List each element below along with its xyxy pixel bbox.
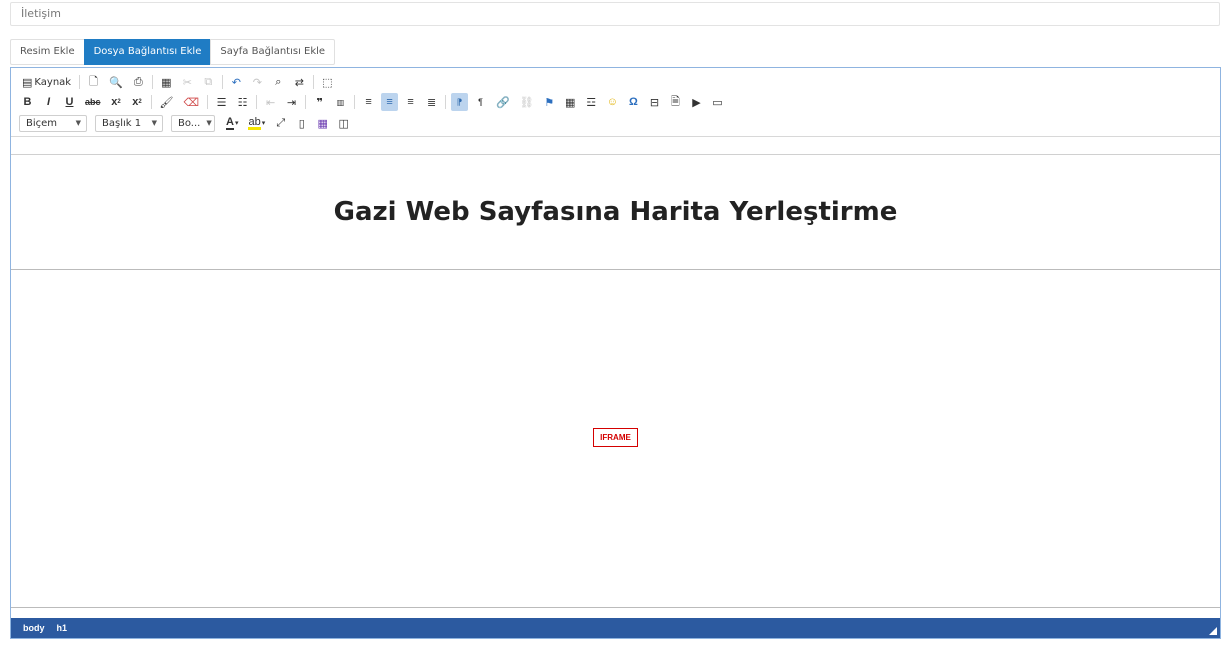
separator	[207, 95, 209, 109]
copy-icon[interactable]: ⧉	[200, 73, 217, 91]
separator	[256, 95, 258, 109]
editor-toolbar: ▤ Kaynak 🗋 🔍 ⎙ ▦ ✂ ⧉ ↶ ↷ ⌕ ⇄ ⬚ B I U abc	[11, 68, 1220, 136]
source-label: Kaynak	[34, 76, 72, 88]
chevron-down-icon: ▼	[151, 119, 157, 127]
unlink-icon[interactable]: ⛓	[517, 93, 537, 111]
indent-icon[interactable]: ⇥	[283, 93, 300, 111]
style-select[interactable]: Biçem ▼	[19, 114, 87, 132]
copy-format-icon[interactable]: 🖌	[157, 93, 177, 111]
page-heading: Gazi Web Sayfasına Harita Yerleştirme	[333, 197, 898, 227]
chevron-down-icon: ▼	[206, 119, 212, 127]
iframe-icon[interactable]: 🗎	[667, 93, 684, 111]
outdent-icon[interactable]: ⇤	[262, 93, 279, 111]
grid-icon[interactable]: ▦	[314, 114, 331, 132]
align-center-icon[interactable]: ≡	[381, 93, 399, 111]
align-left-icon[interactable]: ≡	[360, 93, 377, 111]
underline-button[interactable]: U	[61, 93, 78, 111]
blockquote-icon[interactable]: ❞	[311, 93, 328, 111]
find-icon[interactable]: ⌕	[270, 73, 287, 91]
templates-icon[interactable]: ▦	[158, 73, 175, 91]
redo-icon[interactable]: ↷	[249, 73, 266, 91]
replace-icon[interactable]: ⇄	[291, 73, 308, 91]
separator	[151, 75, 153, 89]
insert-tabs: Resim Ekle Dosya Bağlantısı Ekle Sayfa B…	[10, 39, 336, 65]
tab-insert-image[interactable]: Resim Ekle	[10, 39, 84, 65]
heading-block[interactable]: Gazi Web Sayfasına Harita Yerleştirme	[11, 155, 1220, 270]
separator	[305, 95, 307, 109]
separator	[354, 95, 356, 109]
text-color-button[interactable]: A ▾	[223, 114, 241, 132]
link-icon[interactable]: 🔗	[493, 93, 513, 111]
italic-button[interactable]: I	[40, 93, 57, 111]
text-rtl-icon[interactable]: ¶	[472, 93, 489, 111]
path-body[interactable]: body	[23, 623, 45, 633]
resize-handle-icon[interactable]	[1209, 627, 1217, 635]
page-break-icon[interactable]: ⊟	[646, 93, 663, 111]
path-h1[interactable]: h1	[57, 623, 68, 633]
tab-insert-file-link[interactable]: Dosya Bağlantısı Ekle	[83, 39, 211, 65]
title-input[interactable]: İletişim	[10, 2, 1220, 26]
source-button[interactable]: ▤ Kaynak	[19, 73, 74, 91]
rich-text-editor: ▤ Kaynak 🗋 🔍 ⎙ ▦ ✂ ⧉ ↶ ↷ ⌕ ⇄ ⬚ B I U abc	[10, 67, 1221, 639]
strikethrough-button[interactable]: abc	[82, 93, 104, 111]
table-icon[interactable]: ▦	[562, 93, 579, 111]
subscript-button[interactable]: x2	[108, 93, 125, 111]
maximize-window-icon[interactable]: ▭	[709, 93, 726, 111]
justify-icon[interactable]: ≣	[423, 93, 440, 111]
toolbar-row-1: ▤ Kaynak 🗋 🔍 ⎙ ▦ ✂ ⧉ ↶ ↷ ⌕ ⇄ ⬚	[19, 72, 340, 92]
new-page-icon[interactable]: 🗋	[85, 73, 102, 91]
bold-button[interactable]: B	[19, 93, 36, 111]
remove-format-icon[interactable]: ⌫	[180, 93, 202, 111]
select-all-icon[interactable]: ⬚	[319, 73, 336, 91]
numbered-list-icon[interactable]: ☰	[213, 93, 230, 111]
tab-insert-page-link[interactable]: Sayfa Bağlantısı Ekle	[210, 39, 336, 65]
preview-icon[interactable]: 🔍	[106, 73, 126, 91]
superscript-button[interactable]: x2	[129, 93, 146, 111]
editor-content[interactable]: Gazi Web Sayfasına Harita Yerleştirme IF…	[11, 136, 1220, 608]
separator	[312, 75, 314, 89]
cut-icon[interactable]: ✂	[179, 73, 196, 91]
print-icon[interactable]: ⎙	[130, 73, 147, 91]
text-ltr-icon[interactable]: ⁋	[451, 93, 469, 111]
separator	[79, 75, 81, 89]
smiley-icon[interactable]: ☺	[604, 93, 621, 111]
background-color-button[interactable]: ab ▾	[245, 114, 268, 132]
separator	[445, 95, 447, 109]
chevron-down-icon: ▼	[75, 119, 81, 127]
maximize-icon[interactable]: ⤢	[272, 114, 289, 132]
empty-block	[11, 137, 1220, 155]
toolbar-row-2: B I U abc x2 x2 🖌 ⌫ ☰ ☷ ⇤ ⇥ ❞ ▥ ≡ ≡ ≡ ≣ …	[19, 92, 730, 112]
toolbar-row-3: Biçem ▼ Başlık 1 ▼ Bo... ▼ A ▾ ab ▾ ⤢ ▯ ▦ ◫	[19, 113, 356, 133]
anchor-icon[interactable]: ⚑	[541, 93, 558, 111]
special-char-icon[interactable]: Ω	[625, 93, 642, 111]
element-path-bar: body h1	[11, 618, 1220, 638]
create-div-icon[interactable]: ▥	[332, 93, 349, 111]
bulleted-list-icon[interactable]: ☷	[234, 93, 251, 111]
separator	[150, 95, 152, 109]
source-icon: ▤	[22, 75, 33, 89]
iframe-placeholder[interactable]: IFRAME	[593, 428, 638, 447]
format-select[interactable]: Başlık 1 ▼	[95, 114, 163, 132]
align-right-icon[interactable]: ≡	[402, 93, 419, 111]
show-blocks-icon[interactable]: ▯	[293, 114, 310, 132]
horizontal-rule-icon[interactable]: ☲	[583, 93, 600, 111]
highlighter-icon: ab	[248, 115, 261, 130]
youtube-icon[interactable]: ▶	[688, 93, 705, 111]
undo-icon[interactable]: ↶	[228, 73, 245, 91]
iframe-block[interactable]: IFRAME	[11, 270, 1220, 608]
separator	[221, 75, 223, 89]
columns-icon[interactable]: ◫	[335, 114, 352, 132]
size-select[interactable]: Bo... ▼	[171, 114, 215, 132]
